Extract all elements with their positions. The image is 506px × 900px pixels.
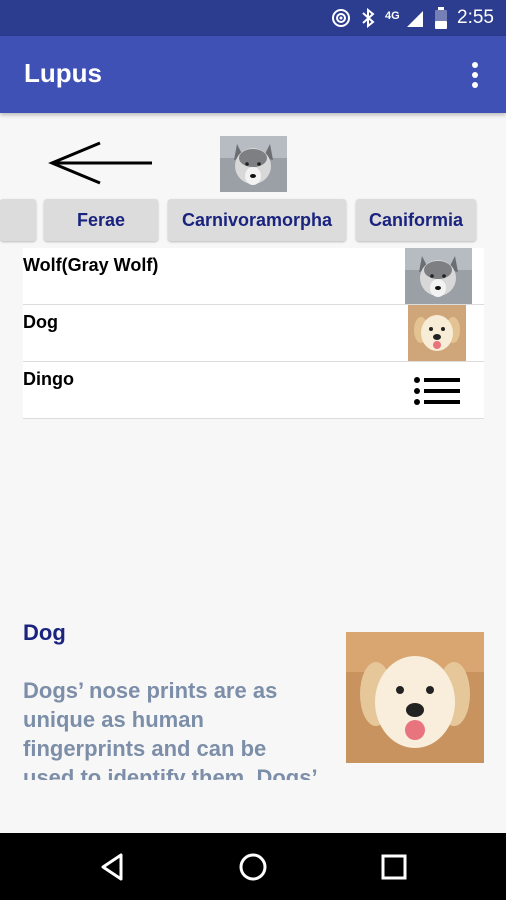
detail-title: Dog — [23, 620, 66, 645]
species-list: Wolf(Gray Wolf) Dog Dingo — [23, 248, 484, 419]
chip-label: Carnivoramorpha — [181, 209, 333, 230]
navigation-bar — [0, 833, 506, 900]
battery-icon — [435, 7, 448, 29]
breadcrumb-chip-ferae[interactable]: Ferae — [44, 199, 158, 241]
svg-text:4G: 4G — [385, 10, 400, 22]
chip-label: Ferae — [76, 209, 126, 230]
back-nav-icon[interactable] — [97, 851, 129, 883]
list-item-label: Dingo — [23, 369, 74, 389]
home-nav-icon[interactable] — [237, 851, 269, 883]
hotspot-icon — [332, 9, 351, 27]
more-options-icon[interactable] — [464, 60, 486, 90]
detail-description: Dogs’ nose prints are as unique as human… — [23, 678, 318, 780]
bluetooth-icon — [362, 8, 375, 28]
list-item-dingo[interactable]: Dingo — [23, 362, 484, 419]
app-bar: Lupus — [0, 36, 506, 113]
breadcrumb-chip-caniformia[interactable]: Caniformia — [356, 199, 476, 241]
dog-image — [346, 632, 484, 763]
wolf-image — [405, 248, 472, 304]
list-item-label: Wolf(Gray Wolf) — [23, 255, 159, 275]
wolf-image — [220, 136, 287, 192]
breadcrumb-chip-partial[interactable] — [0, 199, 36, 241]
back-arrow-icon[interactable] — [48, 140, 154, 186]
list-item-dog[interactable]: Dog — [23, 305, 484, 362]
list-icon — [414, 377, 460, 405]
detail-description-container: Dogs’ nose prints are as unique as human… — [23, 676, 323, 780]
list-item-label: Dog — [23, 312, 58, 332]
dog-image — [408, 305, 466, 361]
signal-4g-icon: 4G — [385, 10, 424, 27]
status-bar: 4G 2:55 — [0, 0, 506, 36]
recents-nav-icon[interactable] — [378, 851, 410, 883]
breadcrumb-chip-carnivoramorpha[interactable]: Carnivoramorpha — [168, 199, 346, 241]
clock: 2:55 — [457, 7, 494, 28]
app-title: Lupus — [24, 58, 102, 88]
list-item-wolf[interactable]: Wolf(Gray Wolf) — [23, 248, 484, 305]
chip-label: Caniformia — [368, 209, 464, 230]
